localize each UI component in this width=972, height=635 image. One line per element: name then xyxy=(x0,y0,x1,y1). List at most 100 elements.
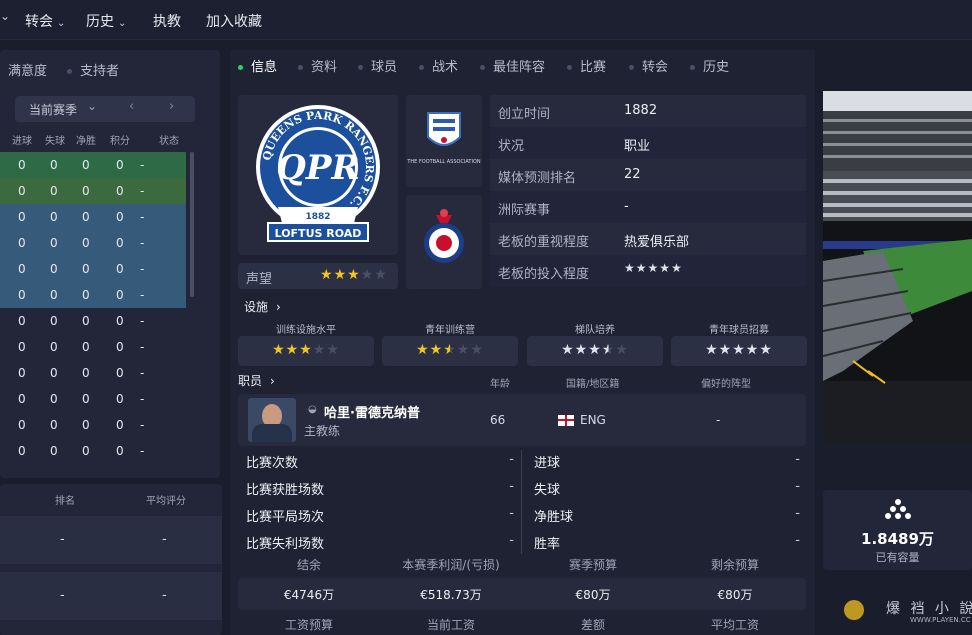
season-select-value: 当前赛季 xyxy=(29,103,78,117)
table-row[interactable]: 0 0 0 0 - xyxy=(0,386,186,412)
chevron-down-icon[interactable]: ⌄ xyxy=(0,9,10,23)
season-select[interactable]: 当前赛季 ⌄ ‹ › xyxy=(15,96,195,122)
table-cell: 0 xyxy=(82,262,90,276)
col-goals-for[interactable]: 进球 xyxy=(12,132,32,147)
stadium-image xyxy=(823,91,972,443)
finance-value: €80万 xyxy=(575,588,611,602)
table-cell: 0 xyxy=(18,366,26,380)
staff-title[interactable]: 职员 › xyxy=(238,372,275,389)
table-cell: 0 xyxy=(50,418,58,432)
menu-add-favorite[interactable]: 加入收藏 xyxy=(206,11,262,31)
col-goals-against[interactable]: 失球 xyxy=(45,132,65,147)
stat-value: - xyxy=(795,533,800,548)
col-points[interactable]: 积分 xyxy=(110,132,130,147)
tab-2[interactable]: 球员 xyxy=(358,56,397,75)
table-cell: - xyxy=(140,158,145,172)
facility-label: 青年训练营 xyxy=(425,325,475,336)
facilities-title[interactable]: 设施 › xyxy=(244,298,281,315)
stat-row: 胜率 - xyxy=(526,528,806,554)
menu-coaching[interactable]: 执教 xyxy=(153,11,181,31)
table-row[interactable]: 0 0 0 0 - xyxy=(0,230,186,256)
table-row[interactable]: 0 0 0 0 - xyxy=(0,282,186,308)
finance-header: 剩余预算 xyxy=(710,558,759,572)
menu-transfers[interactable]: 转会 ⌄ xyxy=(25,11,65,31)
facility-rating[interactable]: ★★★★★ xyxy=(238,336,374,366)
facility-rating[interactable]: ★★★★★ xyxy=(527,336,663,366)
table-cell: 0 xyxy=(116,262,124,276)
club-crest-card: QUEENS PARK RANGERS F.C. QPR 1882 LOFTUS… xyxy=(238,95,398,255)
tab-supporters[interactable]: 支持者 xyxy=(67,60,119,79)
stat-label: 胜率 xyxy=(534,537,561,552)
table-cell: 0 xyxy=(18,314,26,328)
table-row[interactable]: 0 0 0 0 - xyxy=(0,438,186,464)
info-row: 状况 职业 xyxy=(490,127,806,159)
person-icon: ◒ xyxy=(308,404,317,415)
facility-rating[interactable]: ★★★★★ xyxy=(671,336,807,366)
finance-header: 当前工资 xyxy=(426,618,475,632)
table-cell: - xyxy=(140,288,145,302)
col-goal-diff[interactable]: 净胜 xyxy=(76,132,96,147)
table-cell: - xyxy=(140,392,145,406)
table-row[interactable]: 0 0 0 0 - xyxy=(0,308,186,334)
table-row[interactable]: 0 0 0 0 - xyxy=(0,152,186,178)
manager-name[interactable]: 哈里·雷德克纳普 xyxy=(324,402,420,421)
info-label: 洲际赛事 xyxy=(498,203,551,218)
chevron-right-icon[interactable]: › xyxy=(169,99,174,114)
table-cell: 0 xyxy=(50,184,58,198)
table-row[interactable]: 0 0 0 0 - xyxy=(0,360,186,386)
table-cell: 0 xyxy=(116,444,124,458)
table-row[interactable]: 0 0 0 0 - xyxy=(0,334,186,360)
stat-value: - xyxy=(509,452,514,467)
info-row: 创立时间 1882 xyxy=(490,95,806,127)
table-row[interactable]: 0 0 0 0 - xyxy=(0,178,186,204)
facility-rating[interactable]: ★★★★★ xyxy=(382,336,518,366)
tab-3[interactable]: 战术 xyxy=(419,56,458,75)
capacity-label: 已有容量 xyxy=(875,551,920,564)
table-cell: 0 xyxy=(116,210,124,224)
table-cell: - xyxy=(140,262,145,276)
table-cell: 0 xyxy=(82,392,90,406)
table-cell: 0 xyxy=(18,262,26,276)
tab-5[interactable]: 比赛 xyxy=(567,56,606,75)
tab-dot xyxy=(298,65,303,70)
stat-row: 进球 - xyxy=(526,447,806,473)
table-cell: 0 xyxy=(18,392,26,406)
tab-6[interactable]: 转会 xyxy=(629,56,668,75)
reputation-label: 声望 xyxy=(246,272,273,287)
tab-satisfaction[interactable]: 满意度 xyxy=(8,60,47,79)
stat-value: - xyxy=(509,533,514,548)
table-cell: 0 xyxy=(50,314,58,328)
chevron-down-icon: ⌄ xyxy=(87,99,98,113)
table-row[interactable]: 0 0 0 0 - xyxy=(0,256,186,282)
chevron-left-icon[interactable]: ‹ xyxy=(129,99,134,114)
table-cell: 0 xyxy=(82,418,90,432)
stat-row: 比赛次数 - xyxy=(238,447,520,473)
manager-avatar xyxy=(248,398,296,442)
tab-dot xyxy=(690,65,695,70)
stat-row: 净胜球 - xyxy=(526,501,806,527)
menu-history[interactable]: 历史 ⌄ xyxy=(86,11,126,31)
info-label: 媒体预测排名 xyxy=(498,171,577,186)
manager-row[interactable]: ◒ 哈里·雷德克纳普 主教练 66 ENG - xyxy=(238,394,806,446)
table-cell: 0 xyxy=(50,444,58,458)
table-cell: - xyxy=(140,418,145,432)
tab-4[interactable]: 最佳阵容 xyxy=(480,56,545,75)
manager-nation: ENG xyxy=(580,413,606,427)
tab-dot xyxy=(629,65,634,70)
col-avg-rating: 平均评分 xyxy=(146,496,186,507)
tab-7[interactable]: 历史 xyxy=(690,56,729,75)
finance-header: 结余 xyxy=(296,558,321,572)
stat-value: - xyxy=(795,452,800,467)
table-row[interactable]: 0 0 0 0 - xyxy=(0,412,186,438)
table-cell: 0 xyxy=(82,366,90,380)
col-form[interactable]: 状态 xyxy=(159,132,179,147)
svg-text:THE FOOTBALL ASSOCIATION: THE FOOTBALL ASSOCIATION xyxy=(406,159,481,165)
tab-0[interactable]: 信息 xyxy=(238,56,277,75)
summary-row: - - xyxy=(0,572,222,620)
info-label: 老板的重视程度 xyxy=(498,235,590,250)
rank-value: - xyxy=(60,588,65,603)
table-cell: 0 xyxy=(82,340,90,354)
tab-1[interactable]: 资料 xyxy=(298,56,337,75)
table-row[interactable]: 0 0 0 0 - xyxy=(0,204,186,230)
scrollbar[interactable] xyxy=(190,152,194,297)
